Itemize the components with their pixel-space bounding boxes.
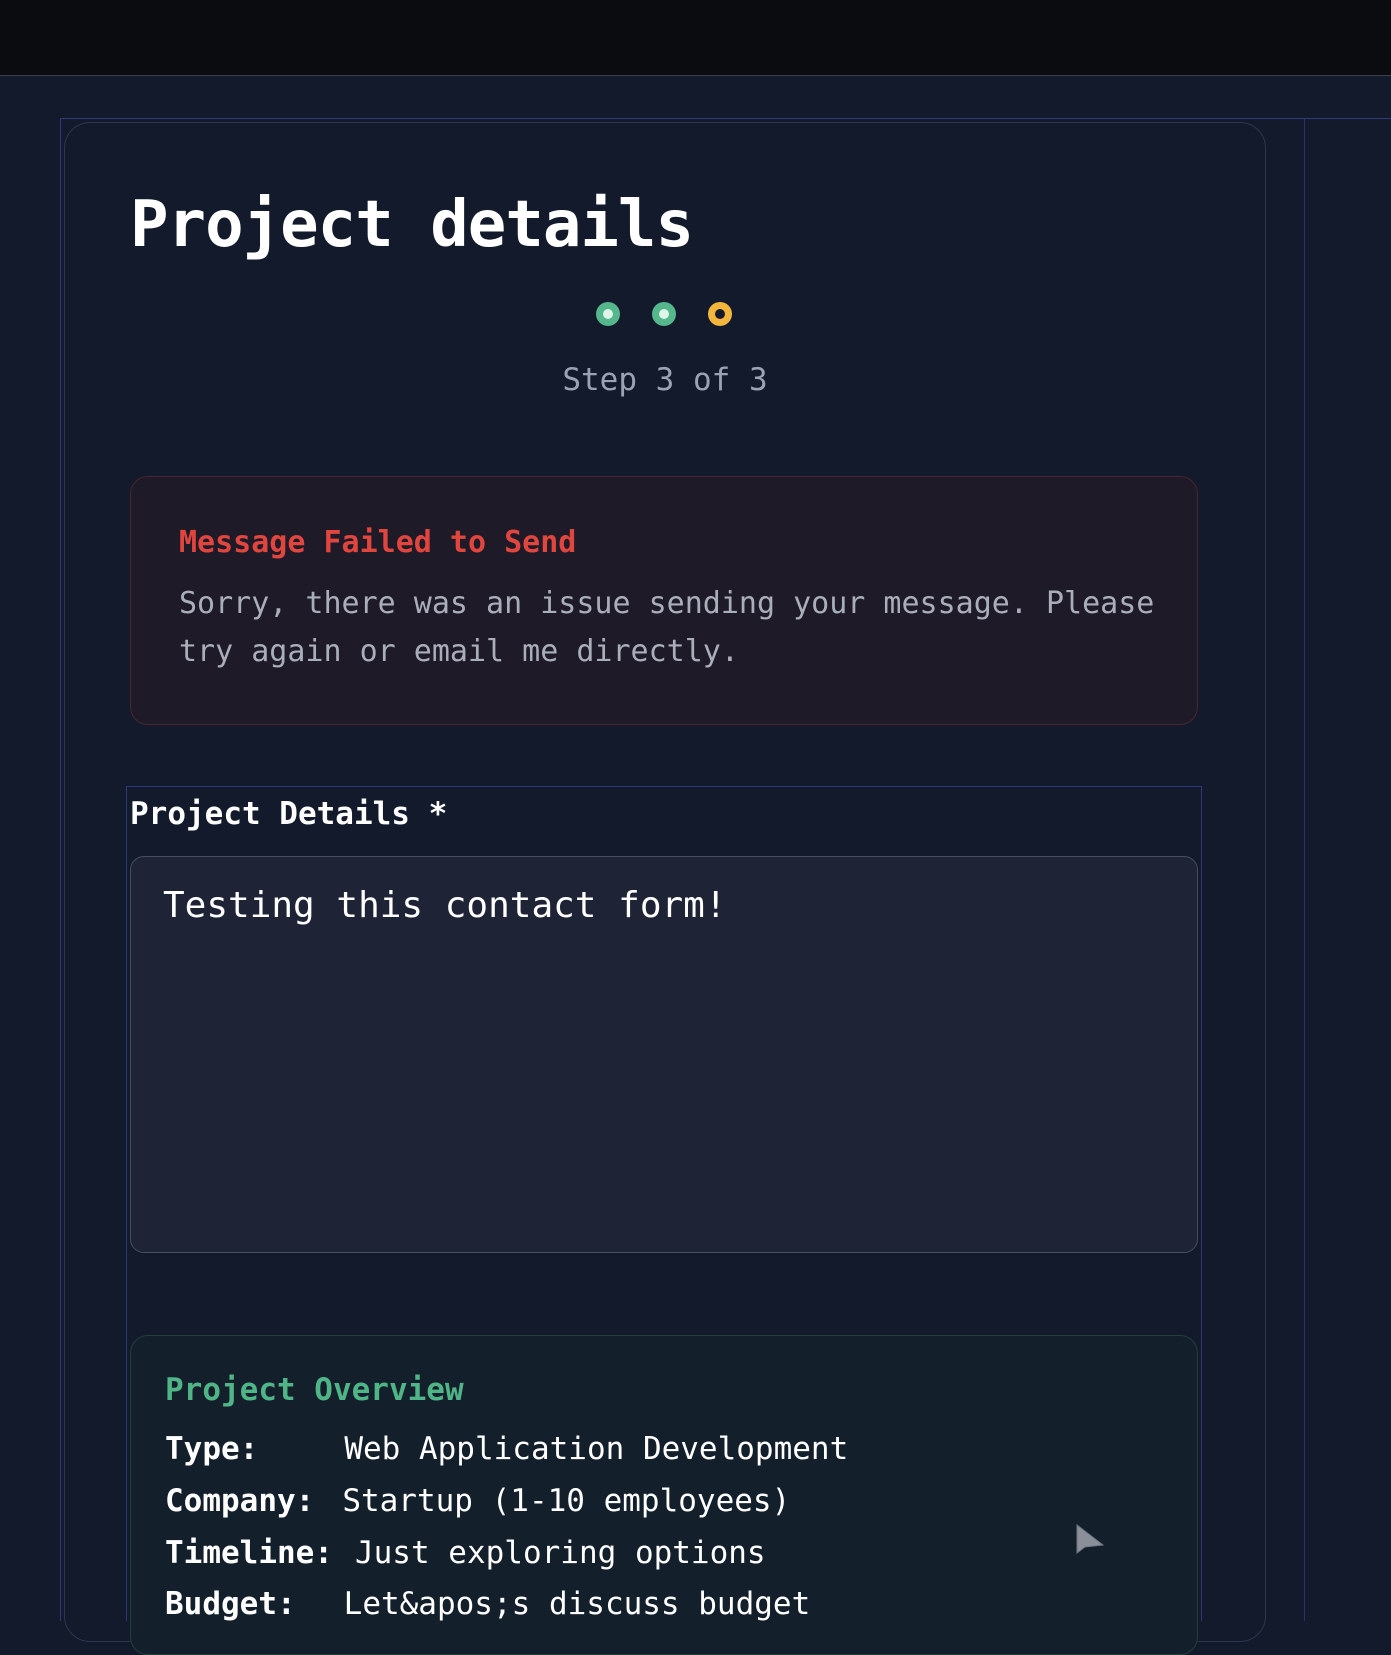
overview-key: Timeline: <box>165 1535 333 1571</box>
pointer-cursor-icon <box>1076 1523 1105 1554</box>
overview-row-type: Type: Web Application Development <box>165 1431 848 1467</box>
overview-title: Project Overview <box>165 1372 464 1408</box>
error-message: Sorry, there was an issue sending your m… <box>179 586 1155 669</box>
overview-row-timeline: Timeline: Just exploring options <box>165 1535 766 1571</box>
page-title: Project details <box>130 188 694 262</box>
step-3-current-icon <box>708 302 732 326</box>
overview-value: Let&apos;s discuss budget <box>343 1586 811 1622</box>
step-1-complete-icon <box>596 302 620 326</box>
overview-key: Budget: <box>165 1586 296 1622</box>
step-2-complete-icon <box>652 302 676 326</box>
project-details-textarea[interactable]: Testing this contact form! <box>130 856 1198 1253</box>
step-label: Step 3 of 3 <box>562 362 768 398</box>
step-indicator <box>596 302 736 326</box>
divider <box>1304 118 1305 1621</box>
overview-key: Type: <box>165 1431 259 1467</box>
overview-value: Just exploring options <box>354 1535 766 1571</box>
overview-value: Startup (1-10 employees) <box>342 1483 791 1519</box>
error-alert: Message Failed to Send Sorry, there was … <box>130 476 1198 725</box>
overview-key: Company: <box>165 1483 315 1519</box>
error-title: Message Failed to Send <box>179 525 577 560</box>
project-details-label: Project Details * <box>130 796 448 832</box>
overview-value: Web Application Development <box>344 1431 849 1467</box>
overview-row-company: Company: Startup (1-10 employees) <box>165 1483 790 1519</box>
overview-row-budget: Budget: Let&apos;s discuss budget <box>165 1586 810 1622</box>
project-overview-panel: Project Overview Type: Web Application De… <box>130 1335 1198 1655</box>
window-top-bar <box>0 0 1391 76</box>
